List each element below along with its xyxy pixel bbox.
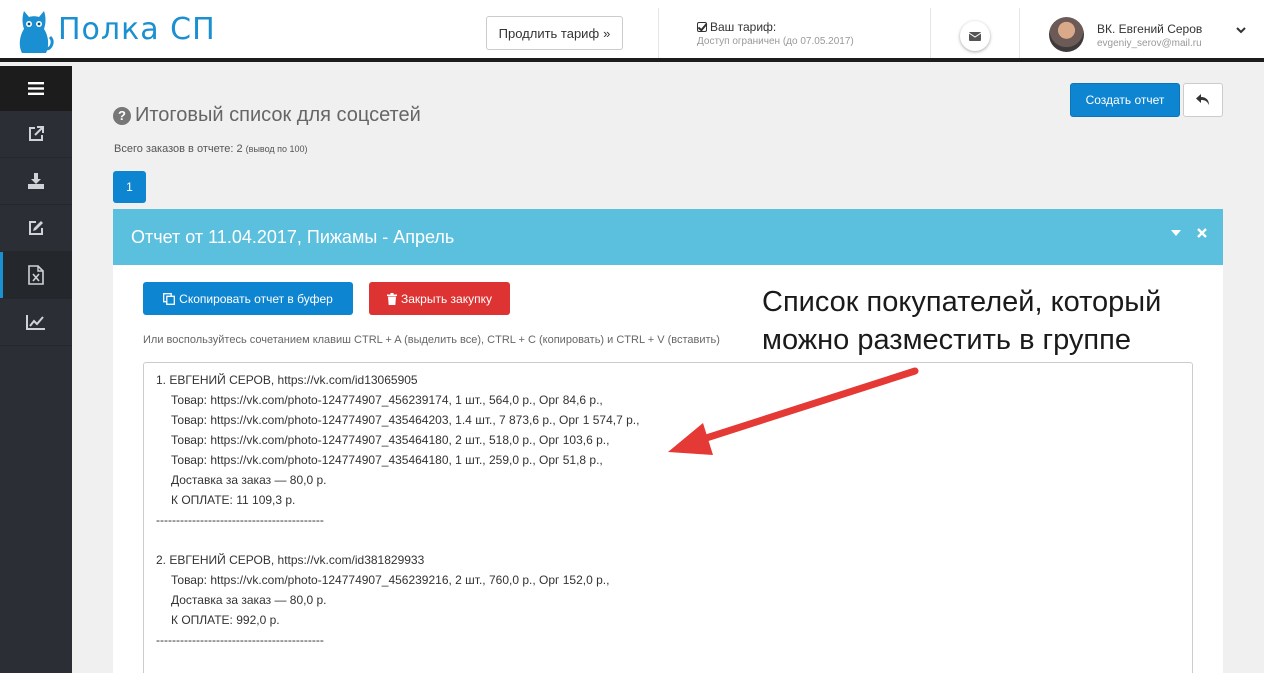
orders-total: Всего заказов в отчете: 2 (вывод по 100) [114,143,308,155]
page-title-text: Итоговый список для соцсетей [135,104,421,126]
sidebar-item-edit[interactable] [0,205,72,252]
excel-file-icon [28,265,44,285]
annotation-text: Список покупателей, который можно размес… [762,283,1222,359]
panel-title: Отчет от 11.04.2017, Пижамы - Апрель [131,226,455,247]
report-line [156,530,1180,550]
user-info[interactable]: ВК. Евгений Серов evgeniy_serov@mail.ru [1097,22,1202,49]
report-line: Доставка за заказ — 80,0 р. [171,473,327,487]
report-line: К ОПЛАТЕ: 992,0 р. [171,613,280,627]
panel-header: Отчет от 11.04.2017, Пижамы - Апрель [113,209,1223,265]
report-line: Товар: https://vk.com/photo-124774907_43… [171,433,610,447]
sidebar [0,66,72,673]
reply-icon [1196,94,1209,105]
divider [658,8,659,58]
report-line: Товар: https://vk.com/photo-124774907_45… [171,573,610,587]
sidebar-item-chart[interactable] [0,299,72,346]
sidebar-item-excel[interactable] [0,252,72,299]
divider [930,8,931,58]
cat-logo-icon [19,11,54,53]
report-line: Доставка за заказ — 80,0 р. [171,593,327,607]
report-line: 1. ЕВГЕНИЙ СЕРОВ, https://vk.com/id13065… [156,373,418,387]
logo[interactable]: Полка СП [14,4,216,54]
back-button[interactable] [1183,83,1223,117]
report-line: 2. ЕВГЕНИЙ СЕРОВ, https://vk.com/id38182… [156,553,425,567]
external-link-icon [29,126,44,141]
checkbox-icon [697,22,707,32]
report-line: Товар: https://vk.com/photo-124774907_43… [171,453,603,467]
close-icon[interactable] [1197,228,1207,238]
close-purchase-button[interactable]: Закрыть закупку [369,282,510,315]
orders-total-note: (вывод по 100) [245,144,308,154]
edit-icon [29,221,43,235]
user-name: ВК. Евгений Серов [1097,22,1203,36]
trash-icon [387,292,397,305]
sidebar-item-external[interactable] [0,111,72,158]
caret-down-icon[interactable] [1171,230,1181,236]
hamburger-icon [28,82,44,95]
page-title: ? Итоговый список для соцсетей [113,104,421,127]
menu-toggle-button[interactable] [0,66,72,111]
report-line: ----------------------------------------… [156,513,324,527]
orders-total-text: Всего заказов в отчете: 2 [114,143,243,155]
copy-report-button[interactable]: Скопировать отчет в буфер [143,282,353,315]
logo-text: Полка СП [58,11,216,47]
tariff-info: Ваш тариф: Доступ ограничен (до 07.05.20… [697,20,854,47]
create-report-button[interactable]: Создать отчет [1070,83,1180,117]
annotation-line-2: можно разместить в группе [762,324,1131,356]
extend-tariff-button[interactable]: Продлить тариф » [486,16,623,50]
extend-tariff-label: Продлить тариф [498,25,600,41]
envelope-icon [969,31,981,41]
sidebar-item-download[interactable] [0,158,72,205]
avatar[interactable] [1049,17,1084,52]
top-header: Полка СП Продлить тариф » Ваш тариф: Дос… [0,0,1264,62]
report-line: Товар: https://vk.com/photo-124774907_45… [171,393,603,407]
chart-line-icon [26,315,45,330]
double-chevron-right-icon: » [603,25,611,41]
pagination-page-1[interactable]: 1 [113,171,146,203]
copy-report-label: Скопировать отчет в буфер [179,291,333,306]
tariff-title: Ваш тариф: [710,20,777,34]
tariff-status: Доступ ограничен (до 07.05.2017) [697,36,854,47]
annotation-line-1: Список покупателей, который [762,286,1162,318]
report-line: ----------------------------------------… [156,633,324,647]
chevron-down-icon[interactable] [1236,27,1246,34]
report-panel: Отчет от 11.04.2017, Пижамы - Апрель Ско… [113,209,1223,673]
report-line: К ОПЛАТЕ: 11 109,3 р. [171,493,296,507]
question-circle-icon[interactable]: ? [113,106,131,125]
user-email: evgeniy_serov@mail.ru [1097,38,1202,49]
close-purchase-label: Закрыть закупку [401,291,492,306]
messages-button[interactable] [960,21,990,51]
report-textarea[interactable]: 1. ЕВГЕНИЙ СЕРОВ, https://vk.com/id13065… [143,362,1193,673]
main-content: ? Итоговый список для соцсетей Всего зак… [72,66,1264,673]
copy-icon [163,292,176,305]
download-icon [28,173,44,189]
divider [1019,8,1020,58]
report-line: Товар: https://vk.com/photo-124774907_43… [171,413,640,427]
keyboard-hint: Или воспользуйтесь сочетанием клавиш CTR… [143,334,720,346]
